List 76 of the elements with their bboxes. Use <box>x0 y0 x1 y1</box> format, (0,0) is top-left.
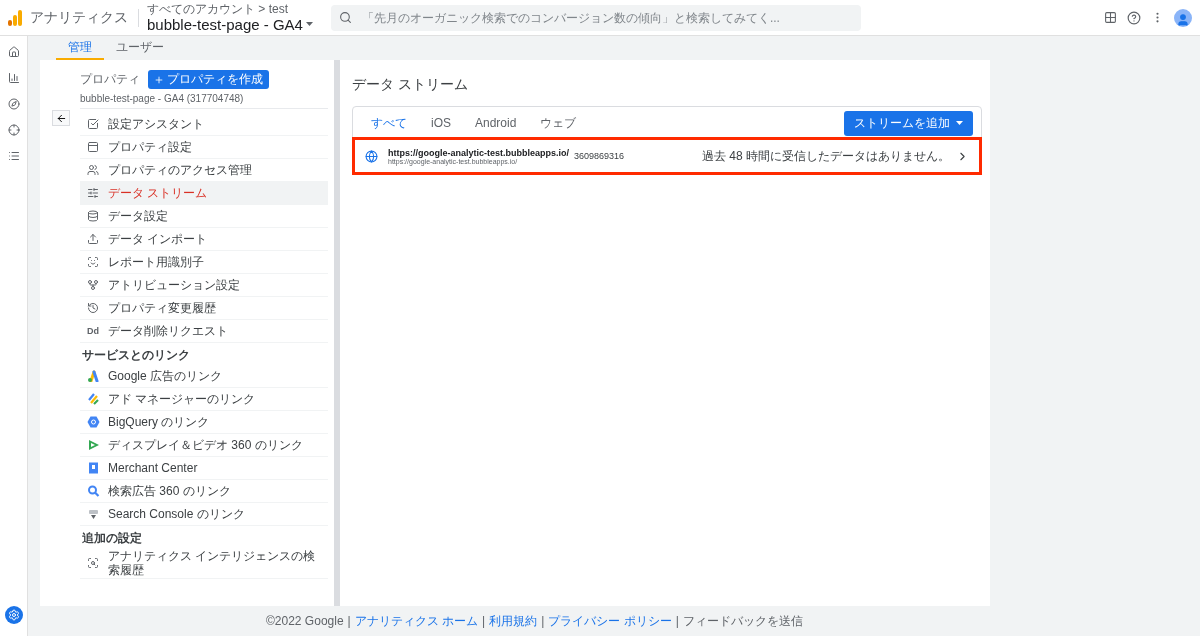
plus-icon <box>154 74 164 85</box>
menu-icon <box>87 187 99 199</box>
filter-tab[interactable]: iOS <box>419 111 463 135</box>
stripes-logo-icon <box>86 393 100 405</box>
globe-icon <box>365 149 378 163</box>
menu-icon <box>87 118 99 130</box>
property-name: bubble-test-page - GA4 (317704748) <box>80 89 328 109</box>
dd-icon: Dd <box>87 324 99 338</box>
search-field[interactable]: 「先月のオーガニック検索でのコンバージョン数の傾向」と検索してみてく... <box>330 4 861 31</box>
sidebar-item[interactable]: データ設定 <box>80 205 328 228</box>
breadcrumb[interactable]: すべてのアカウント > test <box>147 2 313 16</box>
stream-status: 過去 48 時間に受信したデータはありません。 <box>702 147 951 165</box>
product-name: アナリティクス <box>30 8 139 27</box>
search-icon <box>338 11 352 24</box>
play-logo-icon <box>86 439 100 451</box>
create-property-button[interactable]: プロパティを作成 <box>148 70 269 89</box>
page-title: データ ストリーム <box>352 76 469 94</box>
separator: | <box>541 614 545 628</box>
sidebar-item[interactable]: Google 広告のリンク <box>80 365 328 388</box>
search-logo-icon <box>86 485 100 497</box>
sidebar-item[interactable]: ディスプレイ＆ビデオ 360 のリンク <box>80 434 328 457</box>
menu-icon <box>87 233 99 245</box>
sidebar-item[interactable]: 設定アシスタント <box>80 113 328 136</box>
help-icon[interactable] <box>1127 10 1141 25</box>
sidebar-item[interactable]: BigQuery のリンク <box>80 411 328 434</box>
section-heading: サービスとのリンク <box>81 347 191 364</box>
sidebar-item[interactable]: Dd データ削除リクエスト <box>80 320 328 343</box>
avatar[interactable] <box>1174 8 1192 27</box>
filter-tab[interactable]: ウェブ <box>528 111 589 135</box>
filter-tab[interactable]: Android <box>463 111 529 135</box>
sidebar-item[interactable]: データ ストリーム <box>80 182 328 205</box>
property-label: プロパティ <box>80 73 140 86</box>
sidebar-item[interactable]: アド マネージャーのリンク <box>80 388 328 411</box>
apps-icon[interactable] <box>1104 11 1117 24</box>
separator: | <box>482 614 486 628</box>
explore-icon[interactable] <box>5 96 22 112</box>
menu-icon <box>87 557 99 569</box>
caret-icon <box>305 22 313 26</box>
settings-icon[interactable] <box>4 606 23 624</box>
footer-link[interactable]: 利用規約 <box>489 612 538 630</box>
footer-text: ©2022 Google <box>266 614 344 628</box>
section-heading: 追加の設定 <box>81 530 143 547</box>
hexagon-logo-icon <box>86 416 100 428</box>
sidebar-item[interactable]: プロパティ変更履歴 <box>80 297 328 320</box>
filter-tab[interactable]: すべて <box>359 111 419 135</box>
footer-link[interactable]: アナリティクス ホーム <box>354 612 479 630</box>
sidebar-item[interactable]: データ インポート <box>80 228 328 251</box>
menu-icon <box>87 141 99 153</box>
menu-icon <box>87 164 99 176</box>
funnel-logo-icon <box>86 508 100 520</box>
sidebar-item[interactable]: アナリティクス インテリジェンスの検索履歴 <box>80 548 328 579</box>
menu-icon <box>87 210 99 222</box>
tag-logo-icon <box>86 462 100 474</box>
stream-name: https://google-analytic-test.bubbleapps.io/ <box>388 147 570 158</box>
tab[interactable]: ユーザー <box>104 36 176 60</box>
arrow-left-icon <box>55 112 67 124</box>
add-stream-button[interactable]: ストリームを追加 <box>844 110 973 136</box>
sidebar-item[interactable]: レポート用識別子 <box>80 251 328 274</box>
sidebar-item[interactable]: アトリビューション設定 <box>80 274 328 297</box>
footer-link[interactable]: プライバシー ポリシー <box>548 612 672 630</box>
separator: | <box>675 614 679 628</box>
sidebar-item[interactable]: 検索広告 360 のリンク <box>80 480 328 503</box>
stream-id: 3609869316 <box>574 151 626 161</box>
sidebar-item[interactable]: プロパティ設定 <box>80 136 328 159</box>
triangle-logo-icon <box>86 370 100 382</box>
caret-icon <box>956 121 963 125</box>
footer-text: フィードバックを送信 <box>682 612 803 630</box>
separator: | <box>347 614 351 628</box>
bar-chart-logo-icon <box>8 9 22 26</box>
menu-icon <box>87 302 99 314</box>
back-button[interactable] <box>52 110 70 126</box>
sidebar-item[interactable]: Search Console のリンク <box>80 503 328 526</box>
property-selector[interactable]: bubble-test-page - GA4 <box>147 15 313 33</box>
sidebar-item[interactable]: Merchant Center <box>80 457 328 480</box>
menu-icon <box>87 279 99 291</box>
menu-icon <box>87 256 99 268</box>
